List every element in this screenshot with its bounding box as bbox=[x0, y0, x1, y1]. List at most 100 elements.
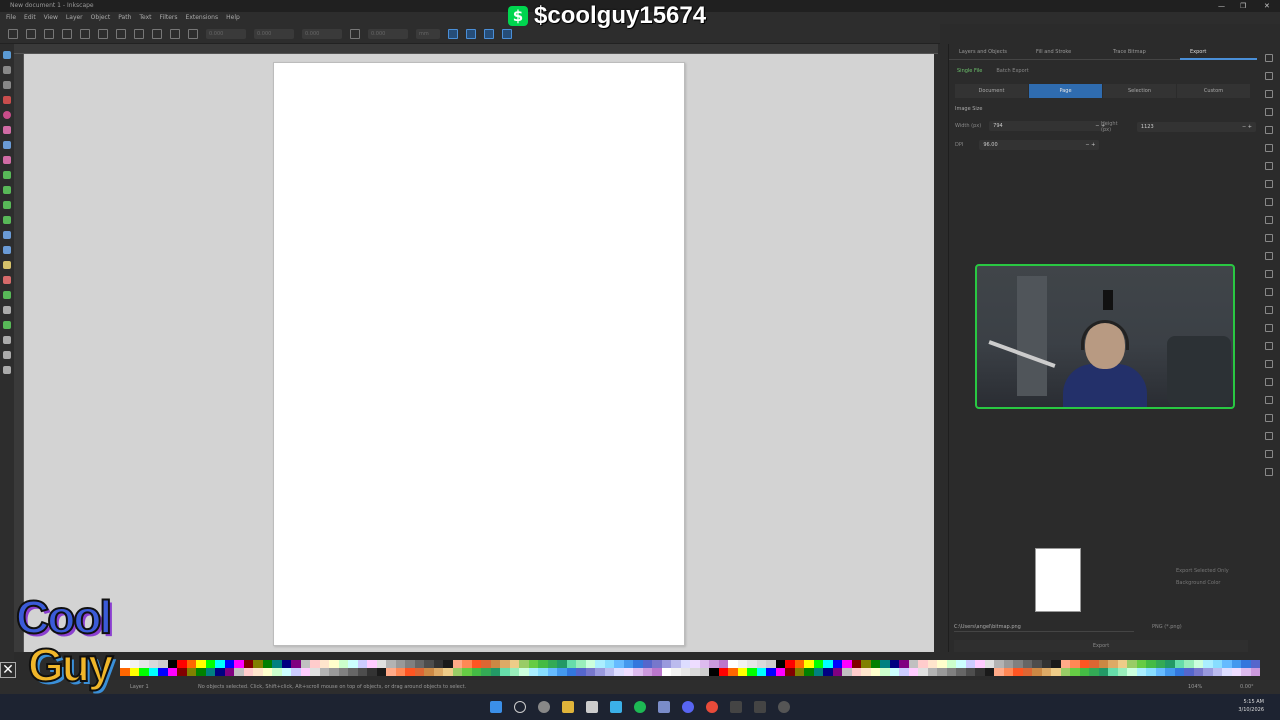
palette-swatch[interactable] bbox=[728, 668, 738, 676]
palette-swatch[interactable] bbox=[1174, 668, 1184, 676]
palette-swatch[interactable] bbox=[528, 668, 538, 676]
palette-swatch[interactable] bbox=[272, 660, 282, 668]
palette-swatch[interactable] bbox=[652, 668, 662, 676]
minimize-button[interactable]: — bbox=[1218, 0, 1225, 12]
palette-swatch[interactable] bbox=[832, 668, 842, 676]
export-button[interactable]: Export bbox=[954, 640, 1248, 652]
palette-swatch[interactable] bbox=[946, 668, 956, 676]
palette-swatch[interactable] bbox=[1136, 660, 1146, 668]
palette-swatch[interactable] bbox=[243, 660, 253, 668]
palette-swatch[interactable] bbox=[462, 660, 472, 668]
palette-swatch[interactable] bbox=[452, 660, 462, 668]
pencil-tool-icon[interactable] bbox=[3, 171, 11, 179]
palette-swatch[interactable] bbox=[728, 660, 738, 668]
menu-filters[interactable]: Filters bbox=[160, 12, 178, 24]
palette-swatch[interactable] bbox=[785, 668, 795, 676]
3d-box-tool-icon[interactable] bbox=[3, 141, 11, 149]
palette-swatch[interactable] bbox=[433, 668, 443, 676]
palette-swatch[interactable] bbox=[1098, 660, 1108, 668]
palette-swatch[interactable] bbox=[234, 660, 244, 668]
selector-tool-icon[interactable] bbox=[3, 51, 11, 59]
palette-swatch[interactable] bbox=[956, 668, 966, 676]
store-icon[interactable] bbox=[610, 701, 622, 713]
palette-swatch[interactable] bbox=[148, 660, 158, 668]
palette-swatch[interactable] bbox=[756, 660, 766, 668]
document-page[interactable] bbox=[273, 62, 685, 646]
palette-swatch[interactable] bbox=[699, 668, 709, 676]
zoom-drawing-icon[interactable] bbox=[1265, 270, 1273, 278]
palette-swatch[interactable] bbox=[899, 660, 909, 668]
palette-swatch[interactable] bbox=[519, 668, 529, 676]
palette-swatch[interactable] bbox=[1022, 660, 1032, 668]
palette-swatch[interactable] bbox=[851, 668, 861, 676]
palette-swatch[interactable] bbox=[1041, 668, 1051, 676]
palette-swatch[interactable] bbox=[623, 668, 633, 676]
palette-swatch[interactable] bbox=[538, 660, 548, 668]
palette-swatch[interactable] bbox=[690, 660, 700, 668]
palette-swatch[interactable] bbox=[1241, 660, 1251, 668]
gradient-tool-icon[interactable] bbox=[3, 231, 11, 239]
palette-swatch[interactable] bbox=[424, 668, 434, 676]
palette-swatch[interactable] bbox=[205, 668, 215, 676]
obs-icon[interactable] bbox=[730, 701, 742, 713]
palette-swatch[interactable] bbox=[158, 668, 168, 676]
palette-swatch[interactable] bbox=[414, 668, 424, 676]
palette-swatch[interactable] bbox=[196, 660, 206, 668]
discord-icon[interactable] bbox=[682, 701, 694, 713]
palette-swatch[interactable] bbox=[823, 660, 833, 668]
palette-swatch[interactable] bbox=[994, 660, 1004, 668]
scale-stroke-icon[interactable] bbox=[448, 28, 458, 39]
unit-select[interactable]: mm bbox=[416, 28, 440, 39]
palette-swatch[interactable] bbox=[671, 660, 681, 668]
single-file-option[interactable]: Single File bbox=[957, 68, 982, 74]
palette-swatch[interactable] bbox=[139, 668, 149, 676]
scale-corners-icon[interactable] bbox=[466, 28, 476, 39]
palette-swatch[interactable] bbox=[215, 668, 225, 676]
palette-swatch[interactable] bbox=[804, 668, 814, 676]
palette-swatch[interactable] bbox=[557, 668, 567, 676]
palette-swatch[interactable] bbox=[1184, 660, 1194, 668]
menu-help[interactable]: Help bbox=[226, 12, 240, 24]
palette-swatch[interactable] bbox=[1174, 660, 1184, 668]
tweak-tool-icon[interactable] bbox=[3, 81, 11, 89]
palette-swatch[interactable] bbox=[443, 660, 453, 668]
palette-swatch[interactable] bbox=[481, 660, 491, 668]
palette-swatch[interactable] bbox=[452, 668, 462, 676]
palette-swatch[interactable] bbox=[870, 668, 880, 676]
area-selection-button[interactable]: Selection bbox=[1103, 84, 1177, 98]
menu-edit[interactable]: Edit bbox=[24, 12, 36, 24]
ungroup-icon[interactable] bbox=[1265, 360, 1273, 368]
palette-swatch[interactable] bbox=[1060, 660, 1070, 668]
tab-trace-bitmap[interactable]: Trace Bitmap bbox=[1103, 44, 1180, 60]
palette-swatch[interactable] bbox=[547, 660, 557, 668]
tab-fill-and-stroke[interactable]: Fill and Stroke bbox=[1026, 44, 1103, 60]
menu-view[interactable]: View bbox=[44, 12, 58, 24]
palette-swatch[interactable] bbox=[414, 660, 424, 668]
select-all-layers-icon[interactable] bbox=[26, 28, 36, 39]
palette-swatch[interactable] bbox=[937, 660, 947, 668]
palette-swatch[interactable] bbox=[956, 660, 966, 668]
search-icon[interactable] bbox=[514, 701, 526, 713]
palette-swatch[interactable] bbox=[1070, 660, 1080, 668]
palette-swatch[interactable] bbox=[1212, 668, 1222, 676]
palette-swatch[interactable] bbox=[1231, 668, 1241, 676]
maximize-button[interactable]: ❐ bbox=[1240, 0, 1246, 12]
palette-swatch[interactable] bbox=[861, 660, 871, 668]
w-field[interactable]: 0.000 bbox=[302, 28, 342, 39]
palette-swatch[interactable] bbox=[1212, 660, 1222, 668]
palette-swatch[interactable] bbox=[348, 668, 358, 676]
y-field[interactable]: 0.000 bbox=[254, 28, 294, 39]
palette-swatch[interactable] bbox=[386, 660, 396, 668]
palette-swatch[interactable] bbox=[918, 668, 928, 676]
palette-swatch[interactable] bbox=[490, 668, 500, 676]
palette-swatch[interactable] bbox=[766, 660, 776, 668]
palette-swatch[interactable] bbox=[424, 660, 434, 668]
zoom-selection-icon[interactable] bbox=[1265, 252, 1273, 260]
palette-swatch[interactable] bbox=[794, 668, 804, 676]
palette-swatch[interactable] bbox=[614, 668, 624, 676]
palette-swatch[interactable] bbox=[129, 668, 139, 676]
palette-swatch[interactable] bbox=[1165, 660, 1175, 668]
palette-swatch[interactable] bbox=[1203, 668, 1213, 676]
palette-swatch[interactable] bbox=[357, 660, 367, 668]
palette-swatch[interactable] bbox=[1155, 660, 1165, 668]
